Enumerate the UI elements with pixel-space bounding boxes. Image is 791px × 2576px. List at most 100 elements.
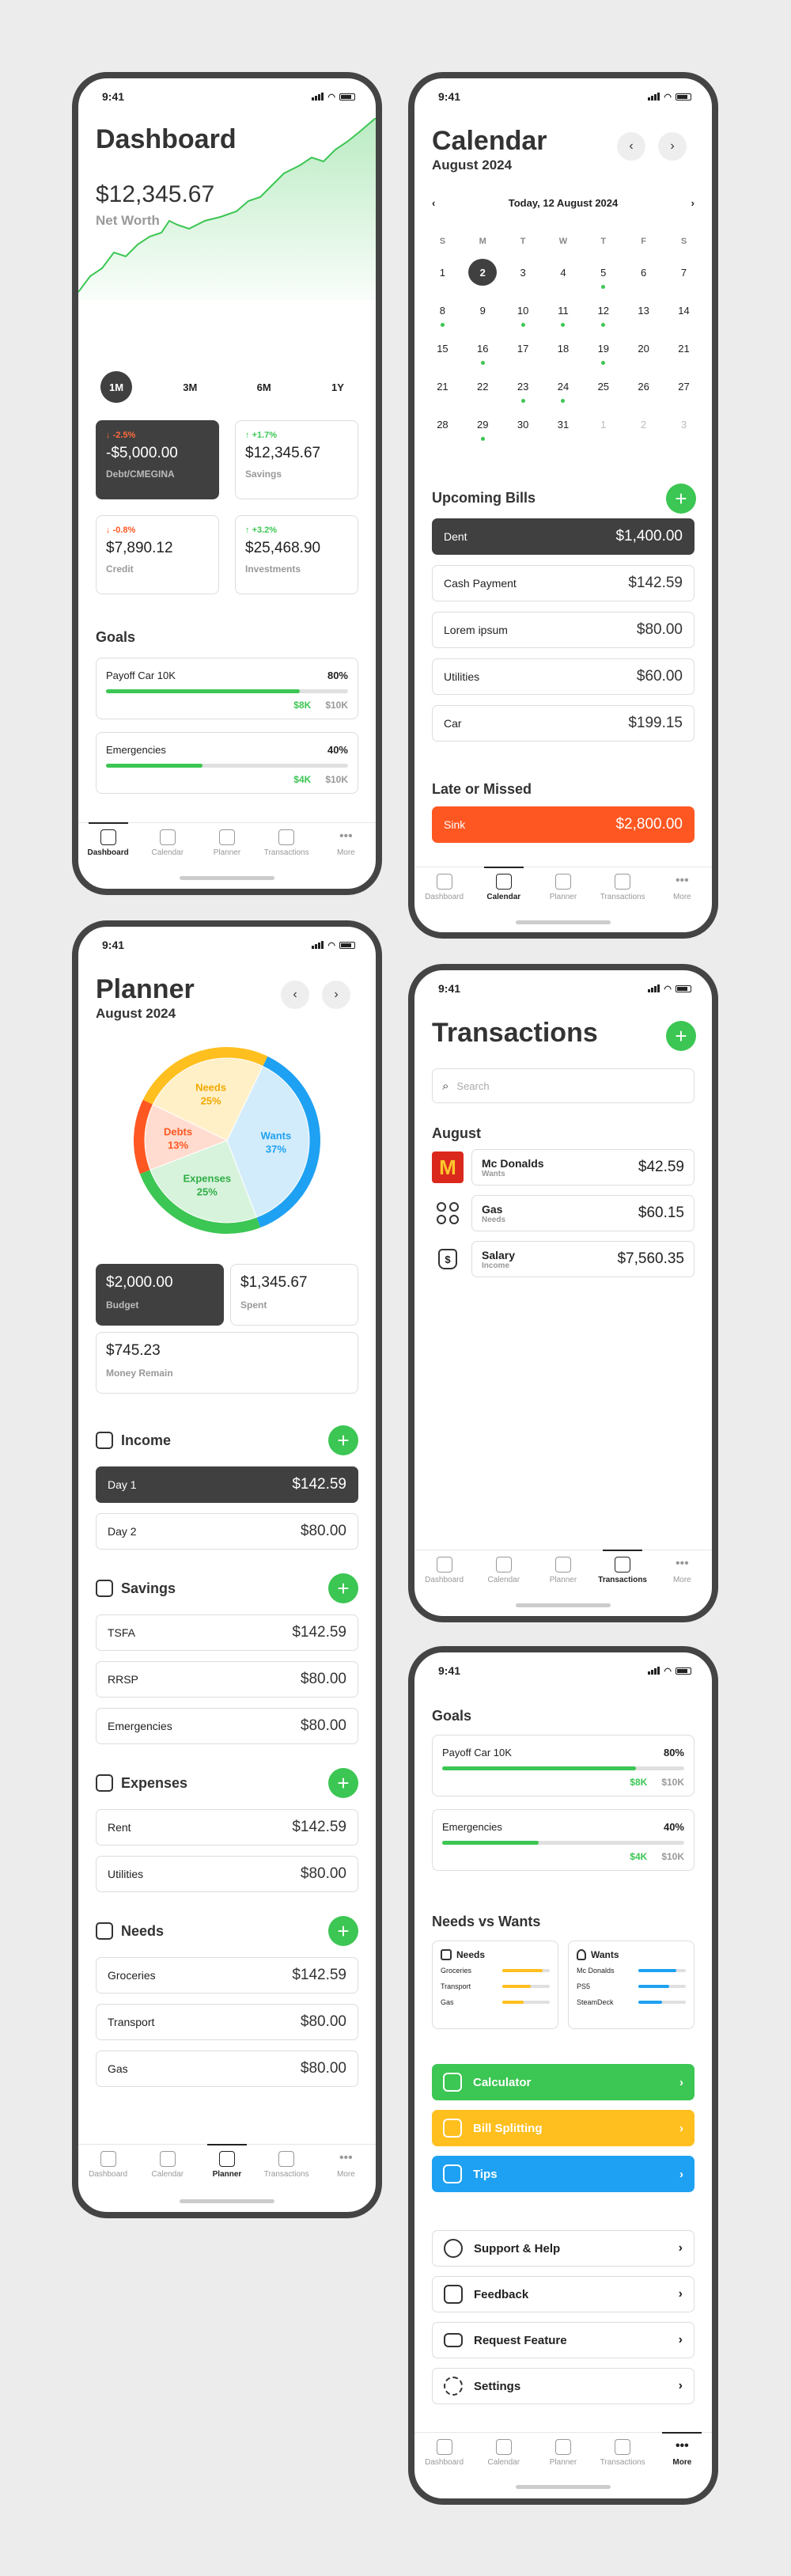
tab-dashboard[interactable]: Dashboard (417, 1557, 472, 1584)
planner-row[interactable]: RRSP $80.00 (96, 1661, 358, 1698)
transaction-row[interactable]: M Mc Donalds Wants $42.59 (432, 1149, 694, 1186)
calendar-day[interactable]: 28 (428, 411, 456, 438)
calendar-day[interactable]: 1 (428, 259, 456, 286)
request-feature-button[interactable]: Request Feature › (432, 2322, 694, 2358)
credit-card[interactable]: ↓ -0.8% $7,890.12 Credit (96, 515, 219, 594)
settings-button[interactable]: Settings › (432, 2368, 694, 2404)
range-1m[interactable]: 1M (100, 371, 132, 403)
planner-row[interactable]: Gas $80.00 (96, 2051, 358, 2087)
calendar-day[interactable]: 3 (669, 411, 698, 438)
calendar-day[interactable]: 13 (630, 297, 658, 324)
range-3m[interactable]: 3M (174, 371, 206, 403)
add-bill-button[interactable]: + (666, 484, 696, 514)
savings-card[interactable]: ↑ +1.7% $12,345.67 Savings (235, 420, 358, 499)
add-needs-button[interactable]: + (328, 1916, 358, 1946)
tab-planner[interactable]: Planner (536, 1557, 591, 1584)
calendar-day[interactable]: 23 (509, 373, 537, 403)
planner-row[interactable]: Transport $80.00 (96, 2004, 358, 2040)
tab-more[interactable]: ••• More (654, 1557, 710, 1584)
prev-day-icon[interactable]: ‹ (432, 197, 435, 209)
tab-calendar[interactable]: Calendar (140, 2151, 195, 2179)
calendar-day[interactable]: 7 (669, 259, 698, 286)
bill-row[interactable]: Car $199.15 (432, 705, 694, 742)
bill-row[interactable]: Utilities $60.00 (432, 658, 694, 695)
planner-row[interactable]: Rent $142.59 (96, 1809, 358, 1846)
planner-row[interactable]: Day 1 $142.59 (96, 1466, 358, 1503)
calendar-day[interactable]: 24 (549, 373, 577, 403)
calendar-day[interactable]: 17 (509, 335, 537, 362)
goal-card[interactable]: Payoff Car 10K 80% $8K $10K (432, 1735, 694, 1796)
tab-planner[interactable]: Planner (199, 829, 255, 857)
calendar-day[interactable]: 16 (468, 335, 497, 365)
calendar-day[interactable]: 21 (669, 335, 698, 362)
calendar-day[interactable]: 8 (428, 297, 456, 327)
tab-transactions[interactable]: Transactions (595, 874, 650, 901)
calendar-day[interactable]: 26 (630, 373, 658, 400)
calendar-day[interactable]: 30 (509, 411, 537, 438)
calendar-day[interactable]: 22 (468, 373, 497, 400)
support-help-button[interactable]: Support & Help › (432, 2230, 694, 2267)
calendar-day[interactable]: 5 (589, 259, 618, 289)
tab-planner[interactable]: Planner (199, 2144, 255, 2179)
calendar-day[interactable]: 9 (468, 297, 497, 324)
calendar-day[interactable]: 29 (468, 411, 497, 441)
tab-transactions[interactable]: Transactions (595, 2439, 650, 2467)
search-box[interactable]: ⌕ Search (432, 1068, 694, 1103)
calendar-day[interactable]: 3 (509, 259, 537, 286)
calendar-day[interactable]: 27 (669, 373, 698, 400)
planner-row[interactable]: Utilities $80.00 (96, 1856, 358, 1892)
tab-more[interactable]: ••• More (654, 2432, 710, 2467)
add-income-button[interactable]: + (328, 1425, 358, 1455)
goal-card[interactable]: Emergencies 40% $4K $10K (432, 1809, 694, 1871)
calendar-day[interactable]: 21 (428, 373, 456, 400)
needs-card[interactable]: Needs Groceries Transport Gas (432, 1941, 558, 2029)
calendar-day[interactable]: 11 (549, 297, 577, 327)
bill-splitting-button[interactable]: Bill Splitting › (432, 2110, 694, 2146)
calculator-button[interactable]: Calculator › (432, 2064, 694, 2100)
spent-card[interactable]: $1,345.67 Spent (230, 1264, 358, 1326)
late-bill-row[interactable]: Sink $2,800.00 (432, 806, 694, 843)
tab-dashboard[interactable]: Dashboard (417, 874, 472, 901)
calendar-day[interactable]: 20 (630, 335, 658, 362)
calendar-day[interactable]: 1 (589, 411, 618, 438)
range-6m[interactable]: 6M (248, 371, 280, 403)
tab-dashboard[interactable]: Dashboard (81, 2151, 136, 2179)
bill-row[interactable]: Lorem ipsum $80.00 (432, 612, 694, 648)
planner-row[interactable]: Groceries $142.59 (96, 1957, 358, 1994)
prev-month-button[interactable]: ‹ (281, 981, 309, 1009)
planner-row[interactable]: TSFA $142.59 (96, 1614, 358, 1651)
transaction-row[interactable]: $ Salary Income $7,560.35 (432, 1241, 694, 1277)
tab-dashboard[interactable]: Dashboard (417, 2439, 472, 2467)
tab-calendar[interactable]: Calendar (476, 867, 532, 901)
bill-row[interactable]: Cash Payment $142.59 (432, 565, 694, 601)
tab-more[interactable]: ••• More (654, 874, 710, 901)
next-month-button[interactable]: › (658, 132, 687, 161)
budget-card[interactable]: $2,000.00 Budget (96, 1264, 224, 1326)
debt-card[interactable]: ↓ -2.5% -$5,000.00 Debt/CMEGINA (96, 420, 219, 499)
tab-transactions[interactable]: Transactions (259, 829, 314, 857)
wants-card[interactable]: Wants Mc Donalds PS5 SteamDeck (568, 1941, 694, 2029)
tab-more[interactable]: ••• More (318, 2151, 373, 2179)
calendar-day[interactable]: 4 (549, 259, 577, 286)
calendar-day[interactable]: 19 (589, 335, 618, 365)
next-day-icon[interactable]: › (691, 197, 694, 209)
tab-calendar[interactable]: Calendar (140, 829, 195, 857)
tab-more[interactable]: ••• More (318, 829, 373, 857)
add-expenses-button[interactable]: + (328, 1768, 358, 1798)
calendar-day[interactable]: 14 (669, 297, 698, 324)
tab-dashboard[interactable]: Dashboard (81, 822, 136, 857)
calendar-day[interactable]: 6 (630, 259, 658, 286)
goal-card[interactable]: Payoff Car 10K 80% $8K $10K (96, 658, 358, 719)
feedback-button[interactable]: Feedback › (432, 2276, 694, 2312)
tab-transactions[interactable]: Transactions (259, 2151, 314, 2179)
planner-row[interactable]: Day 2 $80.00 (96, 1513, 358, 1550)
calendar-day[interactable]: 12 (589, 297, 618, 327)
add-savings-button[interactable]: + (328, 1573, 358, 1603)
goal-card[interactable]: Emergencies 40% $4K $10K (96, 732, 358, 794)
range-1y[interactable]: 1Y (322, 371, 354, 403)
money-remain-card[interactable]: $745.23 Money Remain (96, 1332, 358, 1394)
add-transaction-button[interactable]: + (666, 1021, 696, 1051)
calendar-day[interactable]: 2 (468, 259, 498, 286)
calendar-day[interactable]: 18 (549, 335, 577, 362)
bill-row[interactable]: Dent $1,400.00 (432, 518, 694, 555)
